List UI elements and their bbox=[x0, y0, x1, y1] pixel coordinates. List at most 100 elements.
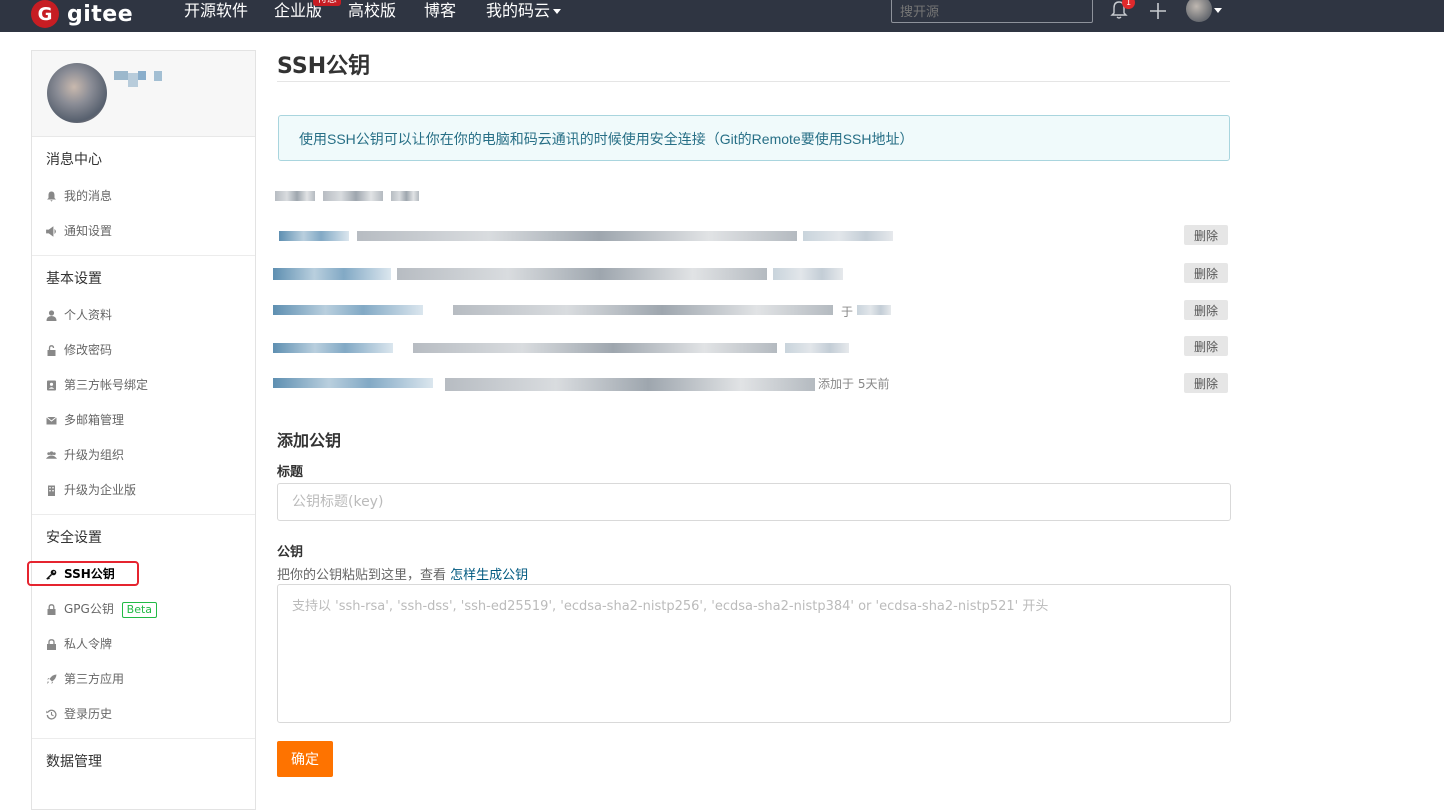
chevron-down-icon[interactable] bbox=[1214, 8, 1222, 13]
key-icon bbox=[46, 569, 57, 580]
active-item-highlight bbox=[27, 561, 139, 586]
rocket-icon bbox=[47, 674, 57, 684]
search-input[interactable] bbox=[891, 0, 1093, 23]
blurred-text bbox=[803, 231, 893, 241]
page-title: SSH公钥 bbox=[277, 54, 371, 79]
key-list-item: 删除 bbox=[273, 263, 1233, 285]
sidebar-item-email-management[interactable]: 多邮箱管理 bbox=[32, 403, 255, 438]
sidebar-item-my-messages[interactable]: 我的消息 bbox=[32, 179, 255, 214]
section-security-settings: 安全设置 SSH公钥 GPG公钥 Beta 私人令牌 第三方应用 登录历史 bbox=[27, 515, 255, 739]
blurred-username bbox=[114, 71, 128, 80]
blurred-key-title bbox=[273, 268, 391, 280]
bell-icon bbox=[47, 191, 56, 202]
blurred-key-title bbox=[273, 305, 423, 315]
gitee-logo[interactable]: G gitee bbox=[31, 0, 133, 28]
nav-my-gitee-label: 我的码云 bbox=[486, 1, 551, 20]
profile-card bbox=[32, 51, 255, 137]
sidebar-item-label: GPG公钥 bbox=[64, 602, 114, 616]
settings-sidebar: 消息中心 我的消息 通知设置 基本设置 个人资料 修改密码 第三方帐号绑定 多邮… bbox=[27, 50, 256, 810]
sidebar-item-login-history[interactable]: 登录历史 bbox=[32, 697, 255, 732]
delete-key-button[interactable]: 删除 bbox=[1184, 300, 1228, 320]
section-message-center: 消息中心 我的消息 通知设置 bbox=[32, 137, 255, 256]
section-data-management: 数据管理 bbox=[32, 739, 255, 787]
sidebar-item-label: 登录历史 bbox=[64, 707, 113, 721]
logo-text: gitee bbox=[67, 1, 134, 27]
delete-key-button[interactable]: 删除 bbox=[1184, 225, 1228, 245]
key-added-time: 添加于 5天前 bbox=[818, 377, 890, 391]
nav-blog[interactable]: 博客 bbox=[424, 0, 456, 28]
blurred-username bbox=[138, 71, 146, 80]
blurred-username bbox=[128, 73, 138, 87]
sidebar-item-third-party-binding[interactable]: 第三方帐号绑定 bbox=[32, 368, 255, 403]
sidebar-item-third-party-apps[interactable]: 第三方应用 bbox=[32, 662, 255, 697]
key-list-item: 删除 bbox=[273, 225, 1233, 248]
sidebar-item-gpg-keys[interactable]: GPG公钥 Beta bbox=[32, 592, 255, 627]
blurred-text bbox=[785, 343, 849, 353]
logo-icon: G bbox=[31, 0, 59, 28]
sidebar-item-upgrade-enterprise[interactable]: 升级为企业版 bbox=[32, 473, 255, 508]
public-key-textarea[interactable] bbox=[277, 584, 1231, 723]
section-title: 安全设置 bbox=[46, 530, 102, 546]
lock-icon bbox=[47, 639, 56, 650]
divider bbox=[277, 81, 1230, 82]
id-card-icon bbox=[47, 380, 56, 391]
sidebar-item-label: 我的消息 bbox=[64, 189, 113, 203]
blurred-key-title bbox=[273, 378, 433, 388]
unlock-icon bbox=[47, 345, 56, 356]
plus-icon[interactable] bbox=[1149, 2, 1167, 20]
blurred-text bbox=[391, 191, 419, 201]
blurred-key-fingerprint bbox=[413, 343, 777, 353]
enterprise-promo-badge: 特惠 bbox=[313, 0, 341, 6]
how-to-generate-key-link[interactable]: 怎样生成公钥 bbox=[450, 568, 528, 583]
sidebar-item-label: 私人令牌 bbox=[64, 637, 113, 651]
blurred-key-title bbox=[273, 343, 393, 353]
section-basic-settings: 基本设置 个人资料 修改密码 第三方帐号绑定 多邮箱管理 升级为组织 升级为企业… bbox=[32, 256, 255, 515]
info-message: 使用SSH公钥可以让你在你的电脑和码云通讯的时候使用安全连接（Git的Remot… bbox=[278, 115, 1230, 161]
key-added-time: 于 bbox=[841, 305, 854, 319]
sidebar-item-label: 多邮箱管理 bbox=[64, 413, 125, 427]
megaphone-icon bbox=[46, 226, 56, 237]
sidebar-item-label: 修改密码 bbox=[64, 343, 113, 357]
lock-icon bbox=[47, 604, 56, 615]
avatar[interactable] bbox=[47, 63, 107, 123]
blurred-key-fingerprint bbox=[453, 305, 833, 315]
sidebar-item-label: 第三方应用 bbox=[64, 672, 125, 686]
help-text: 把你的公钥粘贴到这里，查看 bbox=[277, 568, 447, 583]
sidebar-item-private-tokens[interactable]: 私人令牌 bbox=[32, 627, 255, 662]
history-icon bbox=[46, 709, 57, 720]
blurred-key-fingerprint bbox=[445, 378, 815, 391]
submit-button[interactable]: 确定 bbox=[277, 741, 333, 777]
sidebar-item-notification-settings[interactable]: 通知设置 bbox=[32, 214, 255, 249]
sidebar-item-ssh-keys[interactable]: SSH公钥 bbox=[27, 557, 255, 592]
notification-count-badge: 1 bbox=[1122, 0, 1135, 9]
sidebar-item-label: 第三方帐号绑定 bbox=[64, 378, 149, 392]
blurred-key-fingerprint bbox=[357, 231, 797, 241]
chevron-down-icon bbox=[553, 9, 562, 14]
key-list-item: 于 删除 bbox=[273, 300, 1233, 322]
sidebar-item-label: 通知设置 bbox=[64, 224, 113, 238]
nav-university[interactable]: 高校版 bbox=[348, 0, 396, 28]
add-key-heading: 添加公钥 bbox=[277, 431, 342, 450]
key-field-label: 公钥 bbox=[277, 545, 304, 560]
sidebar-item-upgrade-organization[interactable]: 升级为组织 bbox=[32, 438, 255, 473]
key-title-input[interactable] bbox=[277, 483, 1231, 521]
sidebar-item-change-password[interactable]: 修改密码 bbox=[32, 333, 255, 368]
sidebar-item-label: 升级为企业版 bbox=[64, 483, 137, 497]
delete-key-button[interactable]: 删除 bbox=[1184, 336, 1228, 356]
nav-open-source[interactable]: 开源软件 bbox=[184, 0, 248, 28]
sidebar-item-profile[interactable]: 个人资料 bbox=[32, 298, 255, 333]
key-help-text: 把你的公钥粘贴到这里，查看 怎样生成公钥 bbox=[277, 564, 528, 583]
users-icon bbox=[46, 451, 57, 459]
delete-key-button[interactable]: 删除 bbox=[1184, 263, 1228, 283]
blurred-key-title bbox=[279, 231, 349, 241]
delete-key-button[interactable]: 删除 bbox=[1184, 373, 1228, 393]
beta-badge: Beta bbox=[121, 601, 158, 618]
key-list-item: 添加于 5天前 删除 bbox=[273, 373, 1233, 395]
blurred-text bbox=[857, 305, 891, 315]
user-avatar[interactable] bbox=[1186, 0, 1212, 22]
blurred-text bbox=[773, 268, 843, 280]
section-title: 消息中心 bbox=[46, 152, 102, 168]
nav-my-gitee[interactable]: 我的码云 bbox=[486, 0, 562, 28]
section-title: 基本设置 bbox=[46, 271, 102, 287]
building-icon bbox=[48, 485, 55, 496]
